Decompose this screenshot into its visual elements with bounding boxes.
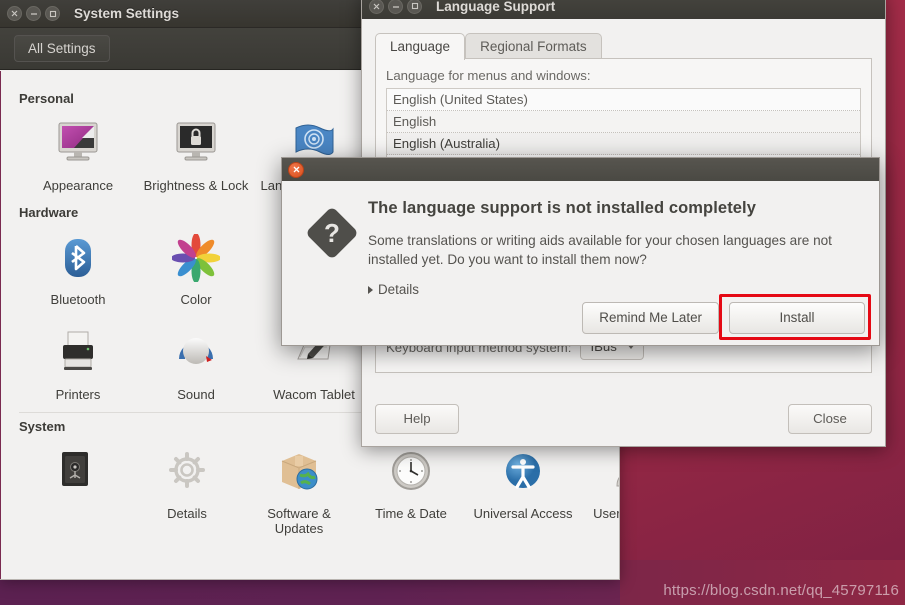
settings-item-color[interactable]: Color	[137, 224, 255, 307]
language-window-controls	[369, 0, 422, 14]
help-button[interactable]: Help	[375, 404, 459, 434]
close-icon[interactable]	[369, 0, 384, 14]
language-list-label: Language for menus and windows:	[386, 68, 591, 83]
language-support-titlebar: Language Support	[362, 0, 885, 19]
all-settings-button[interactable]: All Settings	[14, 35, 110, 62]
user-accounts-icon	[609, 444, 619, 500]
settings-item-brightness-lock[interactable]: Brightness & Lock	[137, 110, 255, 193]
minimize-icon[interactable]	[26, 6, 41, 21]
settings-item-label: User Accounts	[593, 506, 619, 521]
watermark: https://blog.csdn.net/qq_45797116	[663, 582, 899, 599]
settings-item-label: Software & Updates	[267, 506, 331, 536]
window-title: System Settings	[74, 6, 180, 21]
dialog-body: ? The language support is not installed …	[282, 181, 879, 297]
list-item[interactable]: English	[387, 111, 860, 133]
settings-item-user-accounts[interactable]: User Accounts	[579, 438, 619, 536]
maximize-icon[interactable]	[407, 0, 422, 14]
dialog-message: Some translations or writing aids availa…	[368, 233, 832, 267]
dialog-actions: Remind Me Later Install	[582, 302, 865, 334]
settings-item-label: Appearance	[42, 178, 114, 193]
dialog-titlebar	[282, 158, 879, 181]
settings-item-appearance[interactable]: Appearance	[19, 110, 137, 193]
dialog-text: The language support is not installed co…	[368, 197, 861, 297]
settings-item-label: Details	[167, 506, 207, 521]
color-icon	[172, 230, 220, 286]
close-button[interactable]: Close	[788, 404, 872, 434]
system-settings-safe-icon	[49, 444, 101, 500]
details-expander[interactable]: Details	[368, 282, 861, 297]
settings-item-label: Time & Date	[375, 506, 447, 521]
minimize-icon[interactable]	[388, 0, 403, 14]
bluetooth-icon	[54, 230, 102, 286]
appearance-icon	[52, 116, 104, 172]
settings-item-software-updates[interactable]: Software & Updates	[243, 438, 355, 536]
svg-text:?: ?	[324, 218, 340, 248]
settings-item-label: Wacom Tablet	[273, 387, 355, 402]
settings-item-label: Universal Access	[473, 506, 573, 521]
list-item[interactable]: English (Australia)	[387, 133, 860, 155]
details-gear-icon	[163, 444, 211, 500]
maximize-icon[interactable]	[45, 6, 60, 21]
settings-item-label: Printers	[55, 387, 101, 402]
close-icon[interactable]	[288, 161, 304, 178]
chevron-right-icon	[368, 285, 373, 294]
printer-icon	[52, 325, 104, 381]
time-date-clock-icon	[387, 444, 435, 500]
settings-item-label: Color	[180, 292, 212, 307]
software-updates-icon	[273, 444, 325, 500]
install-button[interactable]: Install	[729, 302, 865, 334]
language-install-dialog: ? The language support is not installed …	[281, 157, 880, 346]
universal-access-icon	[499, 444, 547, 500]
sound-icon	[170, 325, 222, 381]
dialog-heading: The language support is not installed co…	[368, 199, 757, 217]
tab-regional-formats[interactable]: Regional Formats	[465, 33, 602, 60]
settings-item-label: Bluetooth	[50, 292, 106, 307]
tab-language[interactable]: Language	[375, 33, 466, 60]
details-label: Details	[378, 282, 419, 297]
settings-item-label: Sound	[177, 387, 215, 402]
settings-item-printers[interactable]: Printers	[19, 319, 137, 402]
window-title: Language Support	[436, 0, 556, 14]
settings-item-sound[interactable]: Sound	[137, 319, 255, 402]
settings-item-bluetooth[interactable]: Bluetooth	[19, 224, 137, 307]
close-icon[interactable]	[7, 6, 22, 21]
brightness-lock-icon	[170, 116, 222, 172]
list-item[interactable]: English (United States)	[387, 89, 860, 111]
settings-row-system: Details Software & Updates Time & Date U…	[1, 438, 619, 536]
settings-item-universal-access[interactable]: Universal Access	[467, 438, 579, 536]
remind-me-later-button[interactable]: Remind Me Later	[582, 302, 719, 334]
language-window-footer: Help Close	[375, 404, 872, 434]
settings-item-system-settings[interactable]	[19, 438, 131, 536]
question-icon: ?	[296, 197, 368, 297]
window-controls	[7, 6, 60, 21]
settings-item-label: Brightness & Lock	[143, 178, 249, 193]
settings-item-details[interactable]: Details	[131, 438, 243, 536]
tab-bar: Language Regional Formats	[375, 31, 872, 60]
settings-item-time-date[interactable]: Time & Date	[355, 438, 467, 536]
